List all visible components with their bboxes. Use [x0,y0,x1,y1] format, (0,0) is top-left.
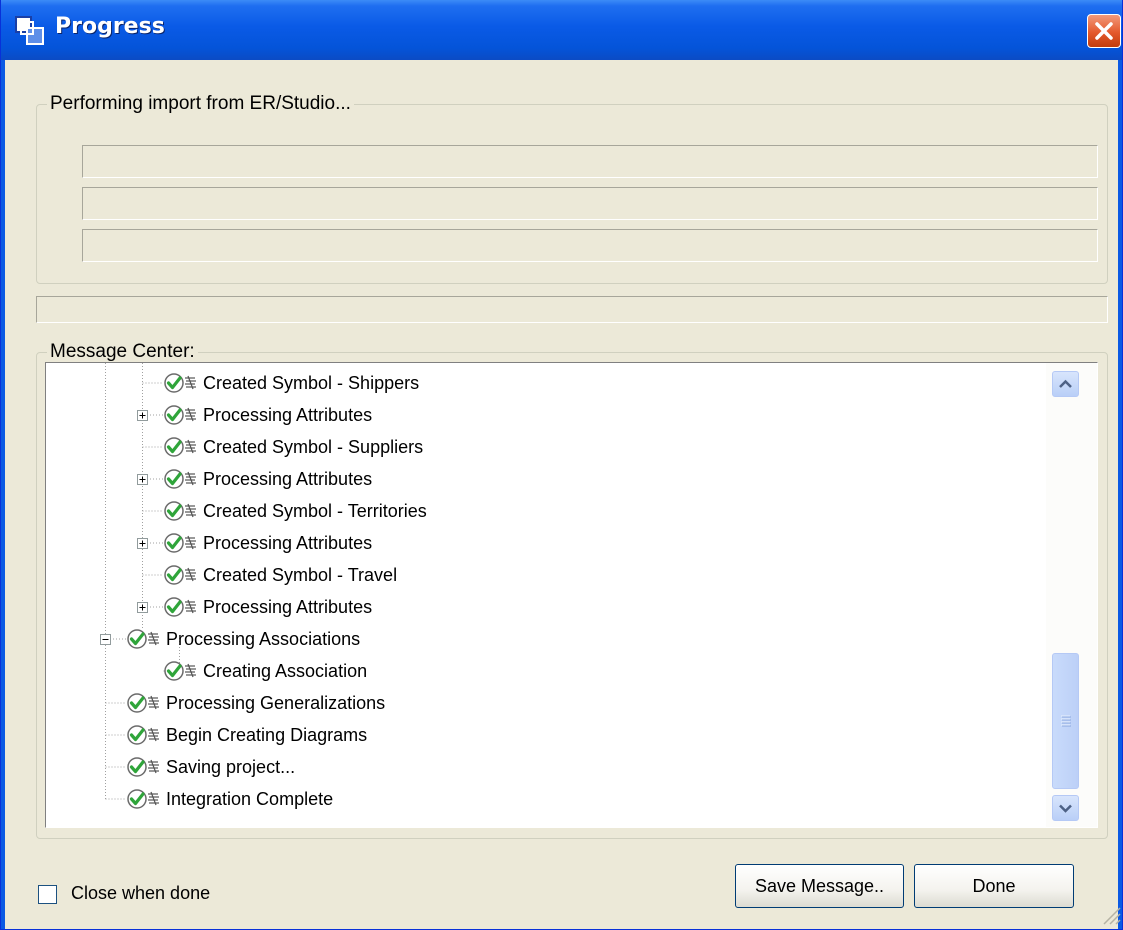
scroll-down-button[interactable] [1052,795,1079,821]
grip-lines-icon [1061,715,1071,727]
tree-item-label: Saving project... [166,756,296,777]
plus-icon [139,476,146,483]
check-icon [164,565,196,585]
tree-item[interactable]: Processing Associations [126,624,360,654]
check-icon [164,405,196,425]
title-bar[interactable]: Progress [1,0,1122,60]
plus-icon [139,540,146,547]
window-border-right [1118,60,1122,929]
check-icon [127,757,159,777]
tree-item[interactable]: Processing Attributes [163,464,372,494]
check-icon [127,693,159,713]
message-center-legend: Message Center: [50,341,195,362]
scroll-thumb[interactable] [1052,653,1079,789]
tree-item[interactable]: Created Symbol - Travel [163,560,397,590]
tree-item[interactable]: Integration Complete [126,784,333,814]
tree-item[interactable]: Processing Attributes [163,400,372,430]
message-tree[interactable]: Created Symbol - Shippers Processing Attr… [45,362,1098,828]
tree-item[interactable]: Processing Attributes [163,592,372,622]
check-icon [164,661,196,681]
tree-item[interactable]: Begin Creating Diagrams [126,720,367,750]
expand-toggle[interactable] [137,474,148,485]
tree-item[interactable]: Created Symbol - Shippers [163,368,419,398]
window-border-left [1,60,5,929]
tree-item-label: Processing Generalizations [166,692,386,713]
check-icon [164,597,196,617]
tree-item-label: Begin Creating Diagrams [166,724,368,745]
tree-item-label: Processing Attributes [203,404,373,425]
tree-item[interactable]: Created Symbol - Territories [163,496,427,526]
app-windows-icon [15,16,44,45]
tree-item[interactable]: Saving project... [126,752,295,782]
check-icon [164,469,196,489]
tree-item-label: Created Symbol - Territories [203,500,427,521]
check-icon [164,373,196,393]
tree-item-label: Created Symbol - Suppliers [203,436,424,457]
close-when-done-checkbox[interactable] [38,885,57,904]
tree-item[interactable]: Processing Attributes [163,528,372,558]
close-button[interactable] [1087,14,1121,48]
close-when-done-label: Close when done [71,883,211,903]
tree-item-label: Processing Associations [166,628,361,649]
collapse-toggle[interactable] [100,634,111,645]
tree-item[interactable]: Creating Association [163,656,367,686]
chevron-up-icon [1059,379,1072,388]
message-tree-viewport: Created Symbol - Shippers Processing Attr… [46,363,1046,827]
progress-bar-3 [82,229,1098,262]
tree-item-label: Processing Attributes [203,596,373,617]
tree-item-label: Creating Association [203,660,368,681]
check-icon [164,437,196,457]
chevron-down-icon [1059,804,1072,813]
save-message-button[interactable]: Save Message.. [735,864,904,908]
check-icon [164,501,196,521]
overall-progress-bar [36,296,1108,323]
tree-item[interactable]: Processing Generalizations [126,688,385,718]
plus-icon [139,604,146,611]
plus-icon [139,412,146,419]
expand-toggle[interactable] [137,538,148,549]
check-icon [164,533,196,553]
tree-item-label: Created Symbol - Shippers [203,372,420,393]
vertical-scrollbar[interactable] [1046,363,1097,827]
tree-item-label: Integration Complete [166,788,334,809]
done-button[interactable]: Done [914,864,1074,908]
minus-icon [102,639,109,640]
window-title: Progress [55,14,165,39]
scroll-up-button[interactable] [1052,371,1079,397]
close-icon [1095,22,1113,40]
progress-bar-2 [82,187,1098,220]
import-group-legend: Performing import from ER/Studio... [50,93,351,114]
progress-bar-1 [82,145,1098,178]
check-icon [127,629,159,649]
resize-grip-icon[interactable] [1099,903,1121,925]
expand-toggle[interactable] [137,602,148,613]
tree-item-label: Created Symbol - Travel [203,564,398,585]
tree-item-label: Processing Attributes [203,468,373,489]
expand-toggle[interactable] [137,410,148,421]
tree-item-label: Processing Attributes [203,532,373,553]
progress-dialog: Progress Performing import from ER/Studi… [0,0,1123,930]
check-icon [127,725,159,745]
tree-item[interactable]: Created Symbol - Suppliers [163,432,423,462]
check-icon [127,789,159,809]
